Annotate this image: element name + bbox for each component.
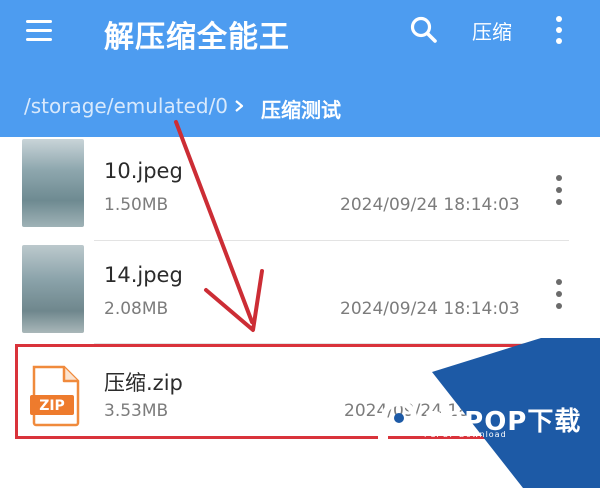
file-date: 2024/09/24 18:14:03	[340, 299, 520, 319]
file-name: 10.jpeg	[104, 159, 183, 183]
file-size: 3.53MB	[104, 401, 169, 421]
item-more-button[interactable]	[549, 277, 569, 311]
file-date: 2024/09/24 18:15	[344, 401, 497, 421]
more-vertical-icon	[556, 279, 562, 285]
zip-file-icon: ZIP	[30, 365, 80, 427]
list-item[interactable]: ZIP 压缩.zip 3.53MB 2024/09/24 18:15	[0, 345, 600, 445]
image-thumbnail	[22, 245, 84, 333]
menu-icon-line	[26, 38, 52, 41]
zip-icon-label: ZIP	[39, 398, 65, 414]
file-name: 14.jpeg	[104, 263, 183, 287]
breadcrumb-root[interactable]: /storage/emulated/0	[24, 94, 228, 118]
image-thumbnail	[22, 139, 84, 227]
more-options-button[interactable]	[549, 14, 569, 46]
file-name: 压缩.zip	[104, 371, 183, 395]
app-title: 解压缩全能王	[104, 20, 290, 55]
chevron-right-icon	[235, 100, 244, 112]
menu-icon-line	[26, 29, 52, 32]
menu-icon	[26, 20, 52, 23]
app-bar: 解压缩全能王 压缩 /storage/emulated/0 压缩测试	[0, 0, 600, 137]
breadcrumb: /storage/emulated/0 压缩测试	[0, 88, 600, 124]
file-size: 2.08MB	[104, 299, 169, 319]
more-vertical-icon	[556, 16, 562, 22]
item-more-button[interactable]	[549, 173, 569, 207]
compress-button[interactable]: 压缩	[472, 16, 512, 46]
file-date: 2024/09/24 18:14:03	[340, 195, 520, 215]
search-icon	[410, 16, 437, 43]
menu-button[interactable]	[22, 16, 58, 46]
file-size: 1.50MB	[104, 195, 169, 215]
list-item[interactable]: 14.jpeg 2.08MB 2024/09/24 18:14:03	[0, 241, 600, 341]
search-button[interactable]	[406, 12, 442, 48]
more-vertical-icon	[556, 175, 562, 181]
breadcrumb-current[interactable]: 压缩测试	[261, 94, 341, 123]
list-item[interactable]: 10.jpeg 1.50MB 2024/09/24 18:14:03	[0, 137, 600, 237]
divider	[94, 343, 569, 344]
